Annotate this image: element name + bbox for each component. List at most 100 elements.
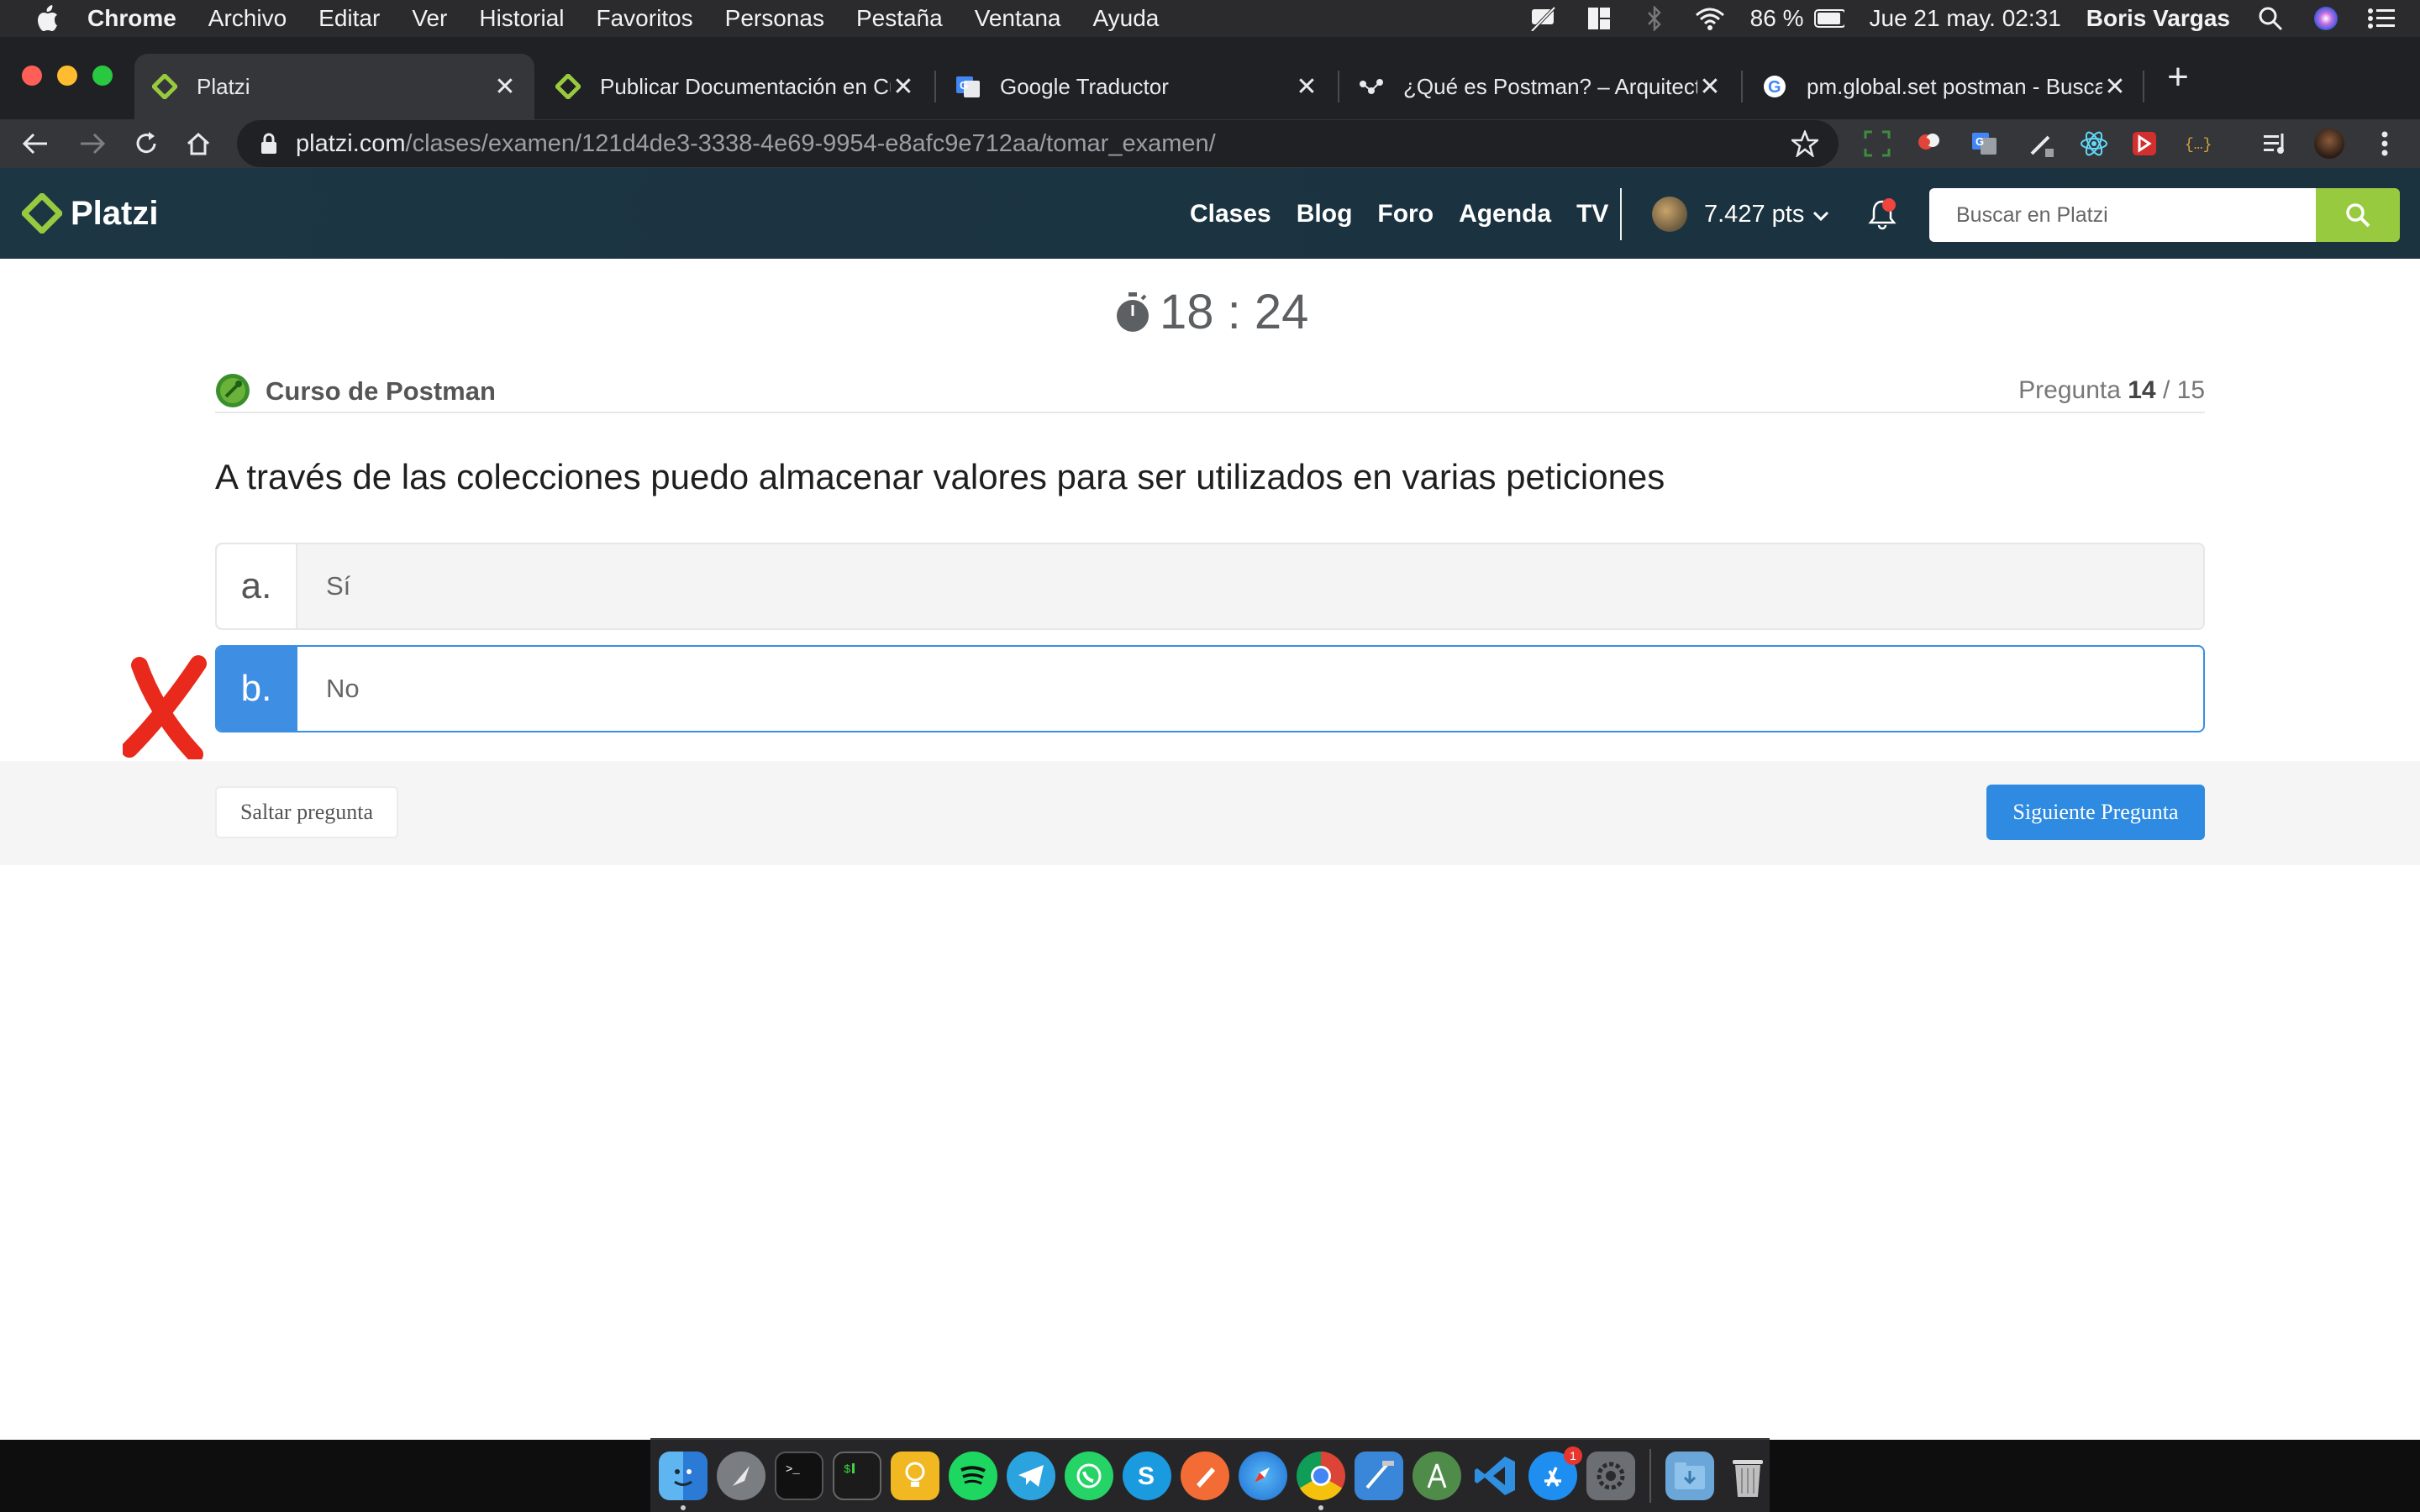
spotify-icon[interactable] — [949, 1452, 997, 1500]
xcode-icon[interactable] — [1355, 1452, 1403, 1500]
url-text[interactable]: platzi.com/clases/examen/121d4de3-3338-4… — [296, 130, 1216, 158]
nav-clases[interactable]: Clases — [1190, 200, 1271, 228]
nav-foro[interactable]: Foro — [1377, 200, 1434, 228]
launchpad-icon[interactable] — [717, 1452, 765, 1500]
menu-favoritos[interactable]: Favoritos — [597, 5, 693, 32]
menu-editar[interactable]: Editar — [318, 5, 380, 32]
skip-question-button[interactable]: Saltar pregunta — [215, 786, 398, 838]
battery-icon[interactable] — [1813, 3, 1844, 34]
bookmark-star-icon[interactable] — [1789, 129, 1821, 159]
tab-que-es-postman[interactable]: ¿Qué es Postman? – Arquitecto ✕ — [1341, 54, 1739, 119]
close-tab-icon[interactable]: ✕ — [2102, 73, 2128, 101]
nav-agenda[interactable]: Agenda — [1459, 200, 1551, 228]
notification-center-icon[interactable] — [2366, 3, 2396, 34]
downloads-folder-icon[interactable] — [1665, 1452, 1714, 1500]
media-queue-icon[interactable] — [2260, 129, 2291, 159]
answer-option-b[interactable]: b. No — [215, 645, 2205, 732]
svg-text:S: S — [1138, 1462, 1155, 1490]
home-icon[interactable] — [182, 127, 215, 160]
option-text: Sí — [326, 571, 351, 601]
tab-separator — [934, 71, 936, 102]
svg-text:G: G — [1768, 78, 1781, 97]
app-store-icon[interactable]: 1 — [1528, 1446, 1582, 1500]
system-preferences-icon[interactable] — [1586, 1452, 1635, 1500]
new-tab-plus-icon[interactable]: + — [2160, 56, 2196, 97]
finder-icon[interactable] — [659, 1452, 708, 1510]
menu-pestana[interactable]: Pestaña — [856, 5, 943, 32]
screenshot-extension-icon[interactable] — [1862, 129, 1892, 159]
tab-publicar-documentacion[interactable]: Publicar Documentación en Cu ✕ — [538, 54, 933, 119]
window-layout-icon[interactable] — [1584, 3, 1614, 34]
close-tab-icon[interactable]: ✕ — [492, 73, 518, 101]
bluetooth-icon[interactable] — [1639, 3, 1670, 34]
platzi-logo[interactable]: Platzi — [22, 193, 158, 234]
reload-icon[interactable] — [129, 127, 163, 160]
menu-personas[interactable]: Personas — [725, 5, 824, 32]
lightbulb-app-icon[interactable] — [891, 1452, 939, 1500]
search-button[interactable] — [2316, 188, 2400, 242]
profile-avatar[interactable] — [2314, 129, 2344, 159]
apple-menu-icon[interactable] — [32, 3, 62, 34]
tab-title: Google Traductor — [1000, 73, 1169, 99]
chrome-menu-kebab-icon[interactable] — [2368, 127, 2402, 160]
wifi-icon[interactable] — [1695, 3, 1725, 34]
svg-text:{…}: {…} — [2185, 137, 2212, 154]
menu-clock[interactable]: Jue 21 may. 02:31 — [1870, 5, 2061, 32]
lock-icon[interactable] — [260, 131, 281, 156]
question-counter: Pregunta 14 / 15 — [2018, 376, 2205, 405]
google-translate-extension-icon[interactable]: G — [1970, 129, 2000, 159]
forward-arrow-icon[interactable] — [76, 127, 109, 160]
menu-ver[interactable]: Ver — [412, 5, 447, 32]
vscode-icon[interactable] — [1470, 1452, 1519, 1500]
user-avatar — [1652, 197, 1687, 232]
search-input[interactable] — [1929, 188, 2316, 242]
android-studio-icon[interactable] — [1413, 1452, 1461, 1500]
json-viewer-icon[interactable]: {…} — [2183, 129, 2213, 159]
next-question-button[interactable]: Siguiente Pregunta — [1986, 785, 2205, 840]
status-area: 86 % Jue 21 may. 02:31 Boris Vargas — [1528, 0, 2396, 37]
siri-icon[interactable] — [2311, 3, 2341, 34]
color-picker-extension-icon[interactable] — [2027, 129, 2057, 159]
running-indicator — [1318, 1505, 1323, 1510]
close-tab-icon[interactable]: ✕ — [891, 73, 916, 101]
safari-icon[interactable] — [1239, 1452, 1287, 1500]
whatsapp-icon[interactable] — [1065, 1452, 1113, 1500]
close-tab-icon[interactable]: ✕ — [1697, 73, 1723, 101]
extension-cloud-icon[interactable] — [1914, 129, 1944, 159]
tab-pm-global-set[interactable]: G pm.global.set postman - Busca ✕ — [1744, 54, 2144, 119]
address-bar[interactable]: platzi.com/clases/examen/121d4de3-3338-4… — [237, 120, 1839, 167]
video-extension-icon[interactable] — [2129, 129, 2160, 159]
tab-platzi[interactable]: Platzi ✕ — [134, 54, 534, 119]
menu-ayuda[interactable]: Ayuda — [1092, 5, 1159, 32]
menu-ventana[interactable]: Ventana — [975, 5, 1061, 32]
back-arrow-icon[interactable] — [18, 127, 52, 160]
sketch-pen-icon[interactable] — [1181, 1452, 1229, 1500]
nav-tv[interactable]: TV — [1576, 200, 1608, 228]
minimize-window-button[interactable] — [57, 66, 77, 86]
iterm-icon[interactable]: $ — [833, 1452, 881, 1500]
react-devtools-icon[interactable] — [2079, 129, 2109, 159]
google-translate-icon: G — [955, 73, 981, 100]
menu-historial[interactable]: Historial — [479, 5, 564, 32]
answer-option-a[interactable]: a. Sí — [215, 543, 2205, 630]
stopwatch-icon — [1117, 291, 1149, 332]
nav-blog[interactable]: Blog — [1297, 200, 1353, 228]
terminal-icon[interactable]: >_ — [775, 1452, 823, 1500]
menu-user-name[interactable]: Boris Vargas — [2086, 5, 2230, 32]
skype-icon[interactable]: S — [1123, 1452, 1171, 1500]
zoom-window-button[interactable] — [92, 66, 113, 86]
telegram-icon[interactable] — [1007, 1452, 1055, 1500]
notifications-muted-icon[interactable] — [1528, 3, 1559, 34]
close-tab-icon[interactable]: ✕ — [1294, 73, 1319, 101]
menu-app-name[interactable]: Chrome — [87, 5, 176, 32]
url-path: /clases/examen/121d4de3-3338-4e69-9954-e… — [405, 129, 1216, 157]
battery-percentage[interactable]: 86 % — [1750, 5, 1804, 32]
trash-icon[interactable] — [1723, 1452, 1772, 1500]
menu-archivo[interactable]: Archivo — [208, 5, 287, 32]
chrome-icon[interactable] — [1297, 1452, 1345, 1510]
timer-value: 18 : 24 — [1160, 285, 1309, 339]
close-window-button[interactable] — [22, 66, 42, 86]
user-points-menu[interactable]: 7.427 pts — [1652, 197, 1829, 232]
spotlight-search-icon[interactable] — [2255, 3, 2286, 34]
tab-google-traductor[interactable]: G Google Traductor ✕ — [938, 54, 1336, 119]
